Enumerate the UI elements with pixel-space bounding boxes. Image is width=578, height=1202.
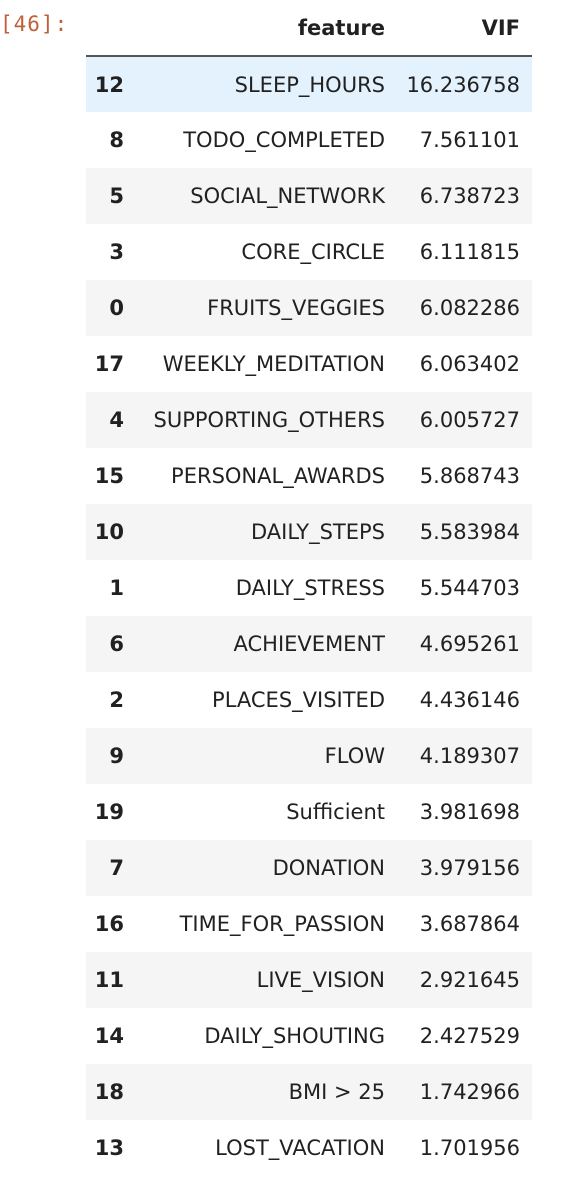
row-index: 9	[109, 744, 124, 768]
feature-cell: DAILY_STRESS	[235, 576, 385, 600]
table-row: 18 BMI > 25 1.742966	[86, 1064, 532, 1120]
row-index: 8	[109, 128, 124, 152]
vif-cell: 6.063402	[419, 352, 520, 376]
feature-cell: SLEEP_HOURS	[234, 72, 385, 97]
table-row: 8 TODO_COMPLETED 7.561101	[86, 112, 532, 168]
row-index: 4	[109, 408, 124, 432]
table-row: 4 SUPPORTING_OTHERS 6.005727	[86, 392, 532, 448]
table-row: 3 CORE_CIRCLE 6.111815	[86, 224, 532, 280]
row-index: 10	[94, 520, 124, 544]
feature-cell: BMI > 25	[288, 1080, 385, 1104]
feature-cell: TODO_COMPLETED	[183, 128, 385, 152]
table-row: 16 TIME_FOR_PASSION 3.687864	[86, 896, 532, 952]
row-index: 15	[94, 464, 124, 488]
row-index: 14	[94, 1024, 124, 1048]
vif-cell: 1.742966	[419, 1080, 520, 1104]
vif-cell: 4.436146	[419, 688, 520, 712]
vif-cell: 3.687864	[419, 912, 520, 936]
table-row: 14 DAILY_SHOUTING 2.427529	[86, 1008, 532, 1064]
row-index: 7	[109, 856, 124, 880]
vif-cell: 2.921645	[419, 968, 520, 992]
vif-cell: 6.738723	[419, 184, 520, 208]
index-header	[86, 0, 146, 57]
table-row: 6 ACHIEVEMENT 4.695261	[86, 616, 532, 672]
feature-header: feature	[146, 0, 397, 57]
vif-cell: 7.561101	[419, 128, 520, 152]
feature-cell: LIVE_VISION	[256, 968, 385, 992]
vif-cell: 3.979156	[419, 856, 520, 880]
vif-cell: 4.189307	[419, 744, 520, 768]
table-row: 5 SOCIAL_NETWORK 6.738723	[86, 168, 532, 224]
feature-cell: PLACES_VISITED	[212, 688, 385, 712]
row-index: 17	[94, 352, 124, 376]
vif-cell: 3.981698	[419, 800, 520, 824]
row-index: 5	[109, 184, 124, 208]
feature-cell: PERSONAL_AWARDS	[171, 464, 385, 488]
vif-cell: 5.583984	[419, 520, 520, 544]
feature-cell: LOST_VACATION	[215, 1136, 385, 1160]
table-row: 2 PLACES_VISITED 4.436146	[86, 672, 532, 728]
table-row: 7 DONATION 3.979156	[86, 840, 532, 896]
feature-cell: DAILY_SHOUTING	[204, 1024, 385, 1048]
table-row: 15 PERSONAL_AWARDS 5.868743	[86, 448, 532, 504]
row-index: 3	[109, 240, 124, 264]
table-row: 11 LIVE_VISION 2.921645	[86, 952, 532, 1008]
table-header: feature VIF	[86, 0, 532, 57]
feature-cell: CORE_CIRCLE	[241, 240, 385, 264]
table-row: 1 DAILY_STRESS 5.544703	[86, 560, 532, 616]
vif-cell: 4.695261	[419, 632, 520, 656]
vif-cell: 1.701956	[419, 1136, 520, 1160]
feature-cell: Sufficient	[286, 800, 385, 824]
row-index: 13	[94, 1136, 124, 1160]
feature-cell: ACHIEVEMENT	[233, 632, 385, 656]
row-index: 2	[109, 688, 124, 712]
vif-cell: 6.005727	[419, 408, 520, 432]
table-row: 10 DAILY_STEPS 5.583984	[86, 504, 532, 560]
cell-execution-count: [46]:	[0, 12, 69, 36]
vif-cell: 16.236758	[406, 72, 520, 97]
table-row: 13 LOST_VACATION 1.701956	[86, 1120, 532, 1176]
table-row: 19 Sufficient 3.981698	[86, 784, 532, 840]
row-index: 1	[109, 576, 124, 600]
feature-cell: DAILY_STEPS	[250, 520, 385, 544]
feature-cell: SUPPORTING_OTHERS	[153, 408, 385, 432]
table-row: 12 SLEEP_HOURS 16.236758	[86, 56, 532, 112]
row-index: 18	[94, 1080, 124, 1104]
vif-cell: 5.544703	[419, 576, 520, 600]
vif-dataframe: feature VIF 12 SLEEP_HOURS 16.236758 8 TODO_…	[86, 0, 532, 1176]
vif-cell: 6.082286	[419, 296, 520, 320]
vif-cell: 6.111815	[419, 240, 520, 264]
feature-cell: DONATION	[272, 856, 385, 880]
vif-cell: 2.427529	[419, 1024, 520, 1048]
feature-cell: FRUITS_VEGGIES	[207, 296, 385, 320]
header-row: feature VIF	[86, 0, 532, 57]
vif-header: VIF	[397, 0, 532, 57]
table-row: 0 FRUITS_VEGGIES 6.082286	[86, 280, 532, 336]
feature-cell: SOCIAL_NETWORK	[190, 184, 385, 208]
vif-cell: 5.868743	[419, 464, 520, 488]
row-index: 12	[94, 72, 124, 97]
cell-output: feature VIF 12 SLEEP_HOURS 16.236758 8 TODO_…	[86, 0, 532, 1176]
row-index: 0	[109, 296, 124, 320]
feature-cell: TIME_FOR_PASSION	[179, 912, 385, 936]
table-body: 12 SLEEP_HOURS 16.236758 8 TODO_COMPLETED 7.5…	[86, 56, 532, 1176]
feature-cell: FLOW	[324, 744, 385, 768]
row-index: 11	[94, 968, 124, 992]
table-row: 9 FLOW 4.189307	[86, 728, 532, 784]
row-index: 16	[94, 912, 124, 936]
row-index: 6	[109, 632, 124, 656]
table-row: 17 WEEKLY_MEDITATION 6.063402	[86, 336, 532, 392]
feature-cell: WEEKLY_MEDITATION	[162, 352, 385, 376]
row-index: 19	[94, 800, 124, 824]
